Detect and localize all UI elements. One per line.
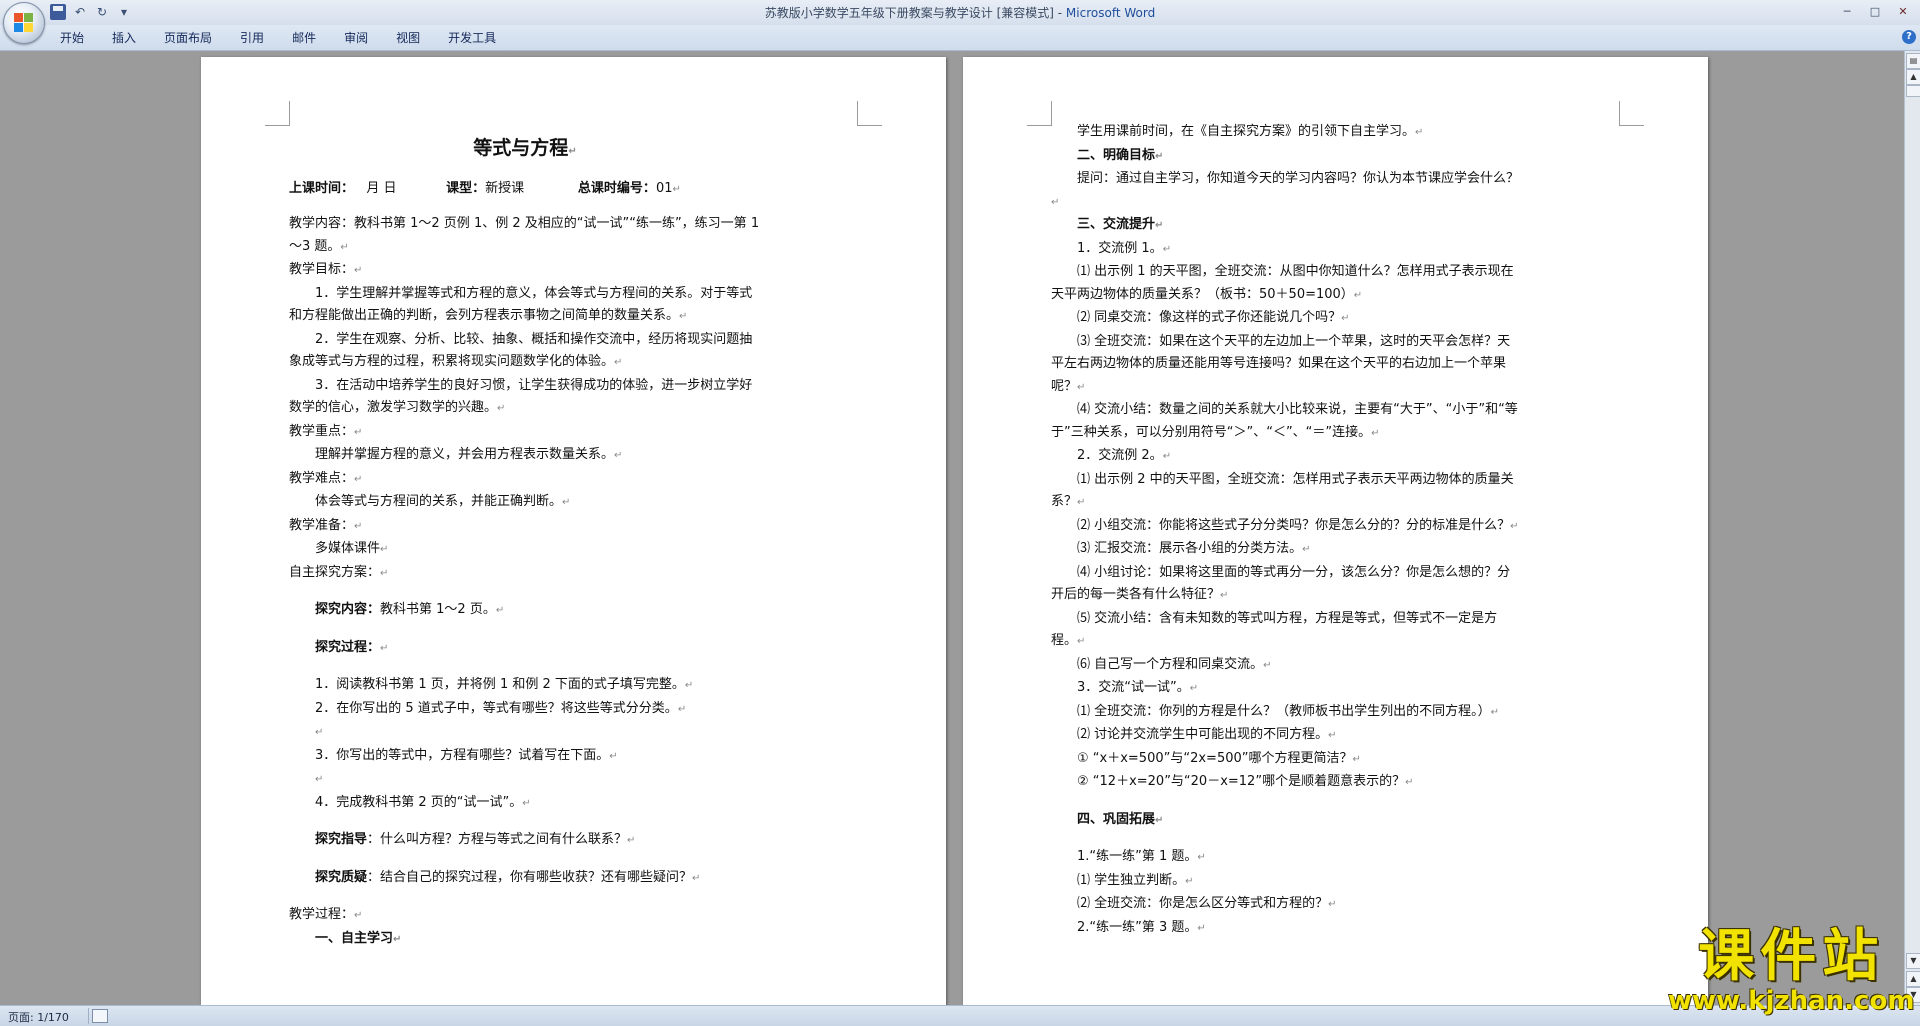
window-controls: ─ □ ✕	[1834, 2, 1916, 22]
paragraph: 1.“练一练”第 1 题。↵	[1077, 849, 1206, 864]
paragraph: 3．交流“试一试”。↵	[1077, 680, 1199, 695]
paragraph: ⑴ 全班交流：你列的方程是什么？（教师板书出学生列出的不同方程。）↵	[1077, 703, 1500, 719]
paragraph: 探究指导：什么叫方程？方程与等式之间有什么联系？↵	[315, 832, 636, 847]
paragraph: 学生用课前时间，在《自主探究方案》的引领下自主学习。↵	[1077, 124, 1424, 139]
list-item: 2．在你写出的 5 道式子中，等式有哪些？将这些等式分分类。↵	[315, 700, 687, 716]
empty-paragraph: ↵	[315, 774, 324, 785]
paragraph: ⑶ 汇报交流：展示各小组的分类方法。↵	[1077, 541, 1311, 556]
paragraph: 教学重点：↵	[289, 423, 363, 439]
proofing-icon[interactable]	[92, 1009, 108, 1023]
section-heading: 一、自主学习↵	[315, 930, 402, 946]
document-page-right: 学生用课前时间，在《自主探究方案》的引领下自主学习。↵ 二、明确目标↵ 提问：通…	[963, 57, 1708, 1005]
margin-corner	[1027, 101, 1052, 126]
page-content[interactable]: 等式与方程↵ 上课时间： 月 日 课型：新授课 总课时编号：01↵ 教学内容：教…	[289, 117, 761, 951]
minimize-button[interactable]: ─	[1834, 2, 1860, 22]
page-count[interactable]: 页面: 1/170	[8, 1009, 69, 1025]
paragraph: 教学目标：↵	[289, 262, 363, 277]
paragraph: 理解并掌握方程的意义，并会用方程表示数量关系。↵	[315, 447, 623, 462]
list-item: 1．阅读教科书第 1 页，并将例 1 和例 2 下面的式子填写完整。↵	[315, 677, 694, 692]
app-name: Microsoft Word	[1065, 6, 1156, 20]
paragraph: 探究过程：↵	[315, 639, 389, 655]
empty-paragraph: ↵	[315, 727, 324, 738]
scroll-up-icon[interactable]: ▲	[1906, 69, 1920, 85]
type-label: 课型：	[446, 180, 486, 196]
section-heading: 四、巩固拓展↵	[1077, 811, 1164, 827]
margin-corner	[1619, 101, 1644, 126]
office-button[interactable]	[3, 2, 45, 44]
tab-review[interactable]: 审阅	[331, 30, 383, 46]
number-value: 01	[655, 180, 673, 196]
doc-heading: 等式与方程↵	[473, 137, 577, 159]
paragraph: ⑷ 小组讨论：如果将这里面的等式再分一分，该怎么分？你是怎么想的？分开后的每一类…	[1051, 564, 1511, 603]
paragraph: 提问：通过自主学习，你知道今天的学习内容吗？你认为本节课应学会什么？↵	[1051, 171, 1520, 208]
tab-mailings[interactable]: 邮件	[279, 30, 331, 46]
tab-view[interactable]: 视图	[383, 30, 435, 46]
help-icon[interactable]: ?	[1902, 30, 1916, 44]
paragraph: 探究内容：教科书第 1～2 页。↵	[315, 602, 505, 617]
paragraph: ⑴ 出示例 1 的天平图，全班交流：从图中你知道什么？怎样用式子表示现在天平两边…	[1051, 264, 1514, 302]
time-label: 上课时间：	[289, 180, 355, 196]
paragraph: 体会等式与方程间的关系，并能正确判断。↵	[315, 494, 571, 509]
lesson-info: 上课时间： 月 日 课型：新授课 总课时编号：01↵	[289, 180, 681, 196]
section-heading: 二、明确目标↵	[1077, 147, 1164, 163]
paragraph: ⑵ 小组交流：你能将这些式子分分类吗？你是怎么分的？分的标准是什么？↵	[1077, 517, 1519, 533]
paragraph: 2.“练一练”第 3 题。↵	[1077, 919, 1206, 935]
scroll-thumb[interactable]	[1906, 85, 1920, 97]
site-watermark: 课件站 www.kjzhan.com	[1668, 925, 1914, 1015]
document-title: 苏教版小学数学五年级下册教案与教学设计 [兼容模式] -	[764, 6, 1066, 20]
maximize-button[interactable]: □	[1862, 2, 1888, 22]
paragraph: ⑹ 自己写一个方程和同桌交流。↵	[1077, 656, 1272, 672]
tab-developer[interactable]: 开发工具	[435, 30, 511, 46]
paragraph: ⑴ 学生独立判断。↵	[1077, 872, 1194, 888]
document-workspace: 等式与方程↵ 上课时间： 月 日 课型：新授课 总课时编号：01↵ 教学内容：教…	[0, 51, 1905, 1005]
tab-page-layout[interactable]: 页面布局	[151, 30, 227, 46]
paragraph: ⑸ 交流小结：含有未知数的等式叫方程，方程是等式，但等式不一定是方程。↵	[1051, 610, 1498, 649]
paragraph: 3．在活动中培养学生的良好习惯，让学生获得成功的体验，进一步树立学好数学的信心，…	[289, 377, 753, 416]
ribbon-tabs: 开始 插入 页面布局 引用 邮件 审阅 视图 开发工具	[47, 30, 511, 46]
status-divider	[88, 1008, 89, 1024]
paragraph: 教学难点：↵	[289, 470, 363, 486]
title-bar: ↶ ↻ ▾ 苏教版小学数学五年级下册教案与教学设计 [兼容模式] - Micro…	[0, 0, 1920, 44]
status-bar: 页面: 1/170	[0, 1005, 1920, 1026]
section-heading: 三、交流提升↵	[1077, 217, 1164, 232]
page-content[interactable]: 学生用课前时间，在《自主探究方案》的引领下自主学习。↵ 二、明确目标↵ 提问：通…	[1051, 121, 1523, 940]
watermark-logo-text: 课件站	[1698, 923, 1885, 989]
close-button[interactable]: ✕	[1890, 2, 1916, 22]
paragraph: ⑵ 全班交流：你是怎么区分等式和方程的？↵	[1077, 896, 1337, 911]
paragraph: 2．交流例 2。↵	[1077, 448, 1172, 463]
time-value: 月 日	[366, 180, 397, 196]
window-title: 苏教版小学数学五年级下册教案与教学设计 [兼容模式] - Microsoft W…	[0, 4, 1920, 21]
margin-corner	[857, 101, 882, 126]
paragraph: ⑵ 讨论并交流学生中可能出现的不同方程。↵	[1077, 727, 1337, 742]
number-label: 总课时编号：	[577, 180, 656, 196]
paragraph: ⑶ 全班交流：如果在这个天平的左边加上一个苹果，这时的天平会怎样？天平左右两边物…	[1051, 333, 1511, 394]
paragraph: ② “12＋x=20”与“20－x=12”哪个是顺着题意表示的？↵	[1077, 774, 1414, 789]
paragraph: ⑴ 出示例 2 中的天平图，全班交流：怎样用式子表示天平两边物体的质量关系？↵	[1051, 471, 1514, 510]
tab-insert[interactable]: 插入	[99, 30, 151, 46]
paragraph: 1．交流例 1。↵	[1077, 240, 1172, 256]
paragraph: 自主探究方案：↵	[289, 564, 389, 580]
margin-corner	[265, 101, 290, 126]
tab-references[interactable]: 引用	[227, 30, 279, 46]
ribbon-tab-bar: 开始 插入 页面布局 引用 邮件 审阅 视图 开发工具 ?	[0, 25, 1920, 51]
document-page-left: 等式与方程↵ 上课时间： 月 日 课型：新授课 总课时编号：01↵ 教学内容：教…	[201, 57, 946, 1005]
paragraph: 1．学生理解并掌握等式和方程的意义，体会等式与方程间的关系。对于等式和方程能做出…	[289, 285, 753, 324]
paragraph: 2．学生在观察、分析、比较、抽象、概括和操作交流中，经历将现实问题抽象成等式与方…	[289, 331, 753, 370]
paragraph: 多媒体课件↵	[315, 541, 389, 556]
watermark-url: www.kjzhan.com	[1668, 986, 1915, 1016]
paragraph: ⑵ 同桌交流：像这样的式子你还能说几个吗？↵	[1077, 310, 1350, 325]
list-item: 4．完成教科书第 2 页的“试一试”。↵	[315, 794, 531, 810]
paragraph: 教学过程：↵	[289, 907, 363, 922]
vertical-scrollbar[interactable]: ▤ ▲ ▼ ▲ ▼	[1904, 51, 1920, 1005]
paragraph: 教学内容：教科书第 1～2 页例 1、例 2 及相应的“试一试”“练一练”，练习…	[289, 216, 760, 254]
paragraph: 探究质疑：结合自己的探究过程，你有哪些收获？还有哪些疑问？↵	[315, 869, 701, 885]
office-logo-icon	[14, 13, 34, 33]
type-value: 新授课	[485, 180, 525, 196]
paragraph: ⑷ 交流小结：数量之间的关系就大小比较来说，主要有“大于”、“小于”和“等于”三…	[1051, 402, 1518, 440]
list-item: 3．你写出的等式中，方程有哪些？试着写在下面。↵	[315, 747, 618, 763]
tab-home[interactable]: 开始	[47, 30, 99, 46]
paragraph: 教学准备：↵	[289, 517, 363, 533]
ruler-toggle-icon[interactable]: ▤	[1906, 53, 1920, 69]
paragraph: ① “x＋x=500”与“2x=500”哪个方程更简洁？↵	[1077, 750, 1361, 766]
